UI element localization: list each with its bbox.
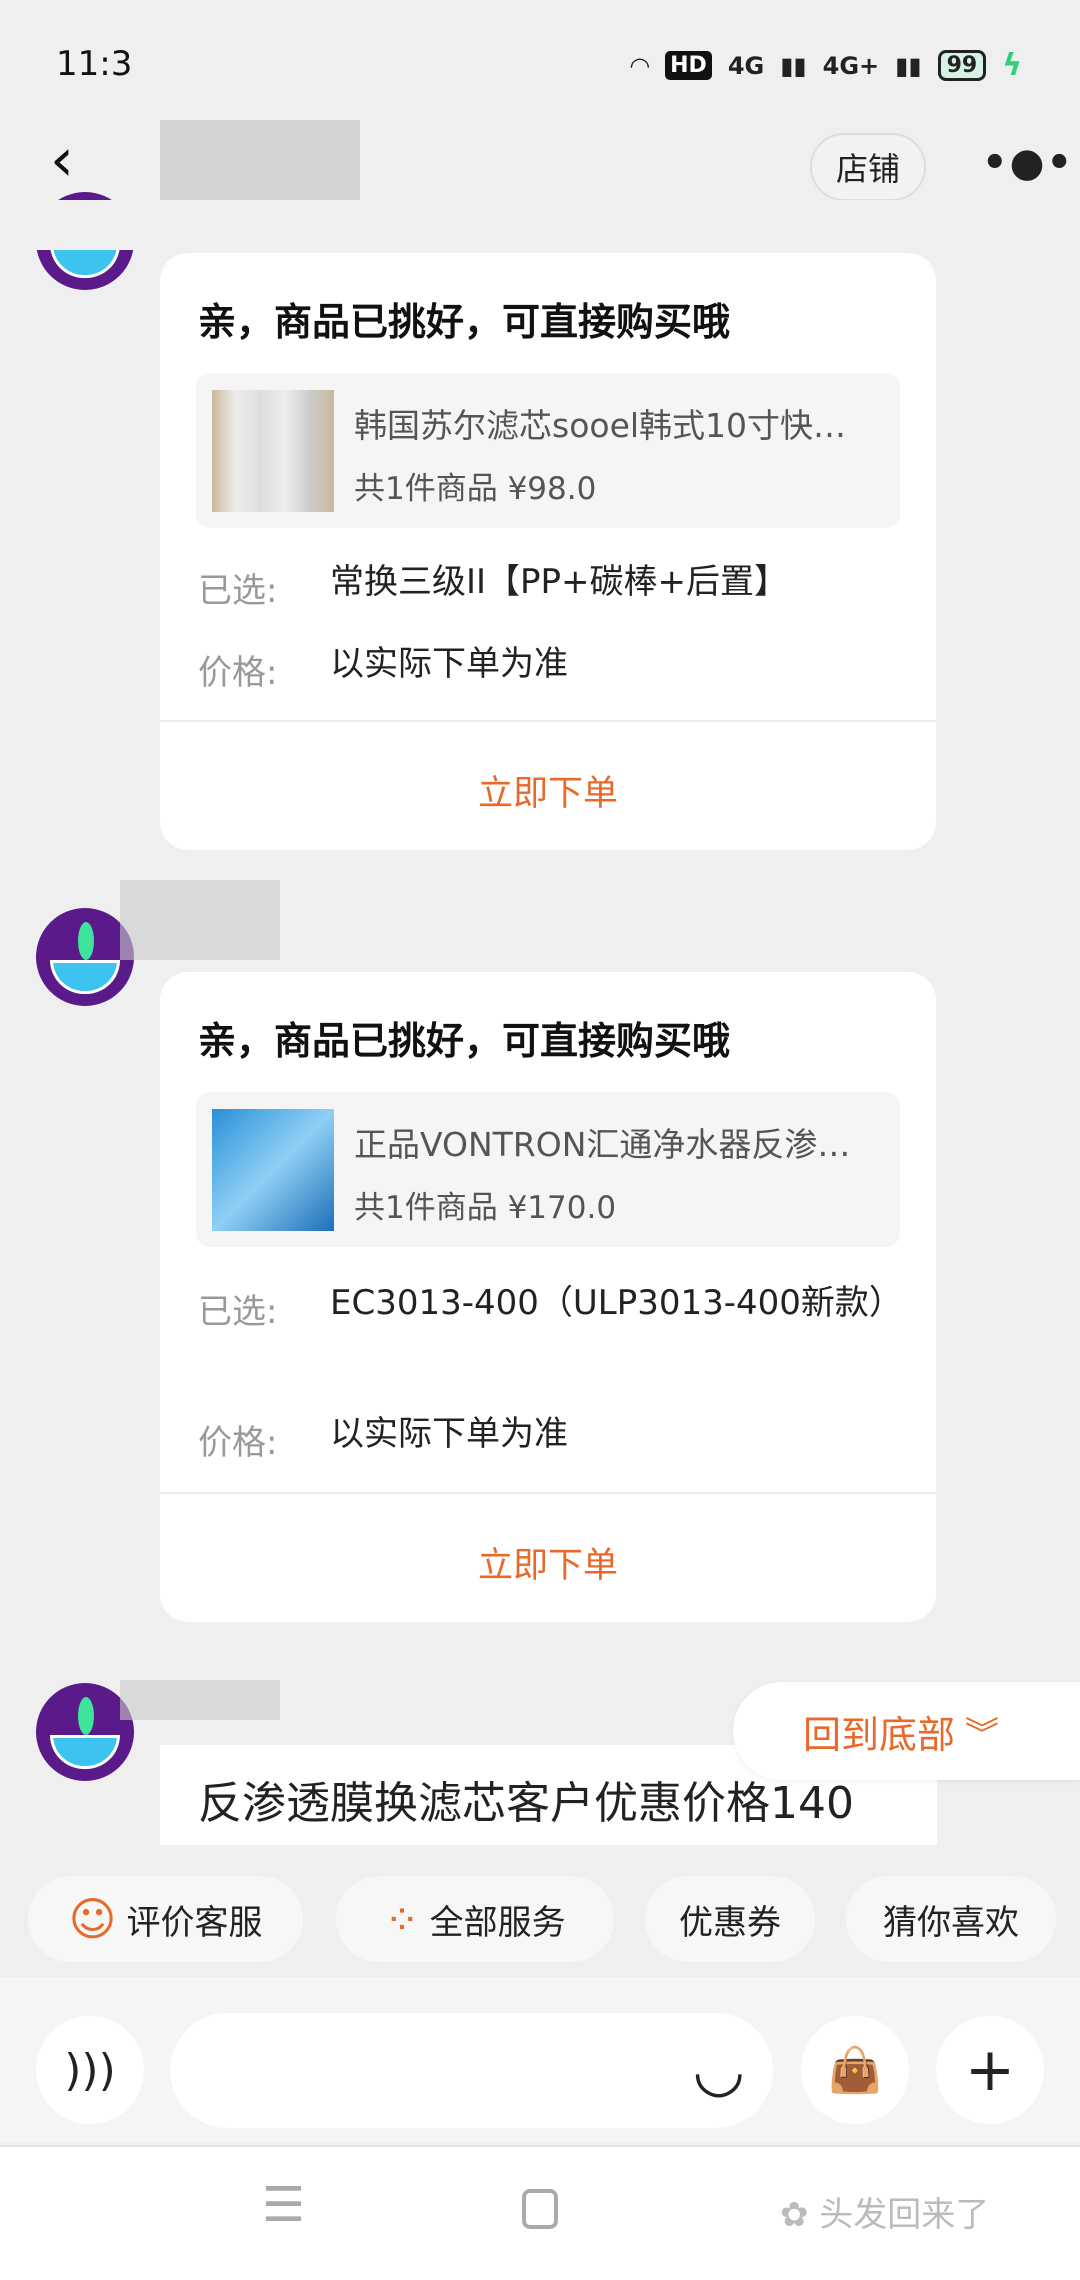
product-item[interactable]: 韩国苏尔滤芯sooel韩式10寸快接式净水器滤芯 共1件商品 ¥98.0 [196, 373, 900, 528]
add-button[interactable]: + [936, 2016, 1044, 2124]
status-icons: ◠ HD 4G ▮▮ 4G+ ▮▮ 99 ϟ [630, 48, 1022, 83]
chip-rate-service[interactable]: ☺ 评价客服 [28, 1876, 303, 1962]
chip-all-services[interactable]: ⁘ 全部服务 [336, 1876, 614, 1962]
home-icon[interactable] [522, 2189, 558, 2229]
battery-icon: 99 [937, 50, 987, 81]
voice-icon: ))) [64, 2044, 116, 2096]
shopping-bag-icon: 👜 [827, 2045, 883, 2096]
smile-icon: ☺ [68, 1892, 117, 1946]
double-chevron-down-icon: ︾ [965, 1714, 1000, 1755]
voice-button[interactable]: ))) [36, 2016, 144, 2124]
status-time: 11:3 [56, 44, 133, 84]
product-image [212, 390, 334, 512]
chip-coupons[interactable]: 优惠券 [645, 1876, 815, 1962]
blurred-name [120, 1680, 280, 1720]
more-button[interactable]: •●• [982, 140, 1074, 186]
message-input[interactable]: ◡ [170, 2013, 773, 2128]
emoji-icon[interactable]: ◡ [693, 2035, 745, 2105]
signal-icon: 4G [727, 51, 765, 80]
product-image [212, 1109, 334, 1231]
product-item[interactable]: 正品VONTRON汇通净水器反渗透膜 共1件商品 ¥170.0 [196, 1092, 900, 1247]
order-button[interactable]: 立即下单 [160, 1537, 936, 1588]
hd-icon: HD [665, 51, 712, 80]
charging-icon: ϟ [1002, 48, 1022, 83]
back-button[interactable]: ‹ [50, 130, 74, 190]
watermark: ✿ 头发回来了 [780, 2195, 990, 2235]
blurred-name [120, 880, 280, 960]
back-to-bottom-button[interactable]: 回到底部 ︾ [733, 1682, 1080, 1780]
cart-button[interactable]: 👜 [801, 2016, 909, 2124]
chip-guess-you-like[interactable]: 猜你喜欢 [846, 1876, 1056, 1962]
shop-button[interactable]: 店铺 [810, 133, 926, 201]
system-nav-bar: ☰ ✿ 头发回来了 [0, 2145, 1080, 2280]
signal-icon: 4G+ [822, 51, 880, 80]
menu-icon[interactable]: ☰ [262, 2177, 305, 2233]
plus-icon: + [964, 2035, 1016, 2105]
order-button[interactable]: 立即下单 [160, 765, 936, 816]
product-card: 亲，商品已挑好，可直接购买哦 韩国苏尔滤芯sooel韩式10寸快接式净水器滤芯 … [160, 253, 936, 850]
product-card: 亲，商品已挑好，可直接购买哦 正品VONTRON汇通净水器反渗透膜 共1件商品 … [160, 972, 936, 1622]
grid-icon: ⁘ [384, 1894, 420, 1944]
blurred-shop-name [160, 120, 360, 200]
wifi-icon: ◠ [630, 51, 650, 80]
